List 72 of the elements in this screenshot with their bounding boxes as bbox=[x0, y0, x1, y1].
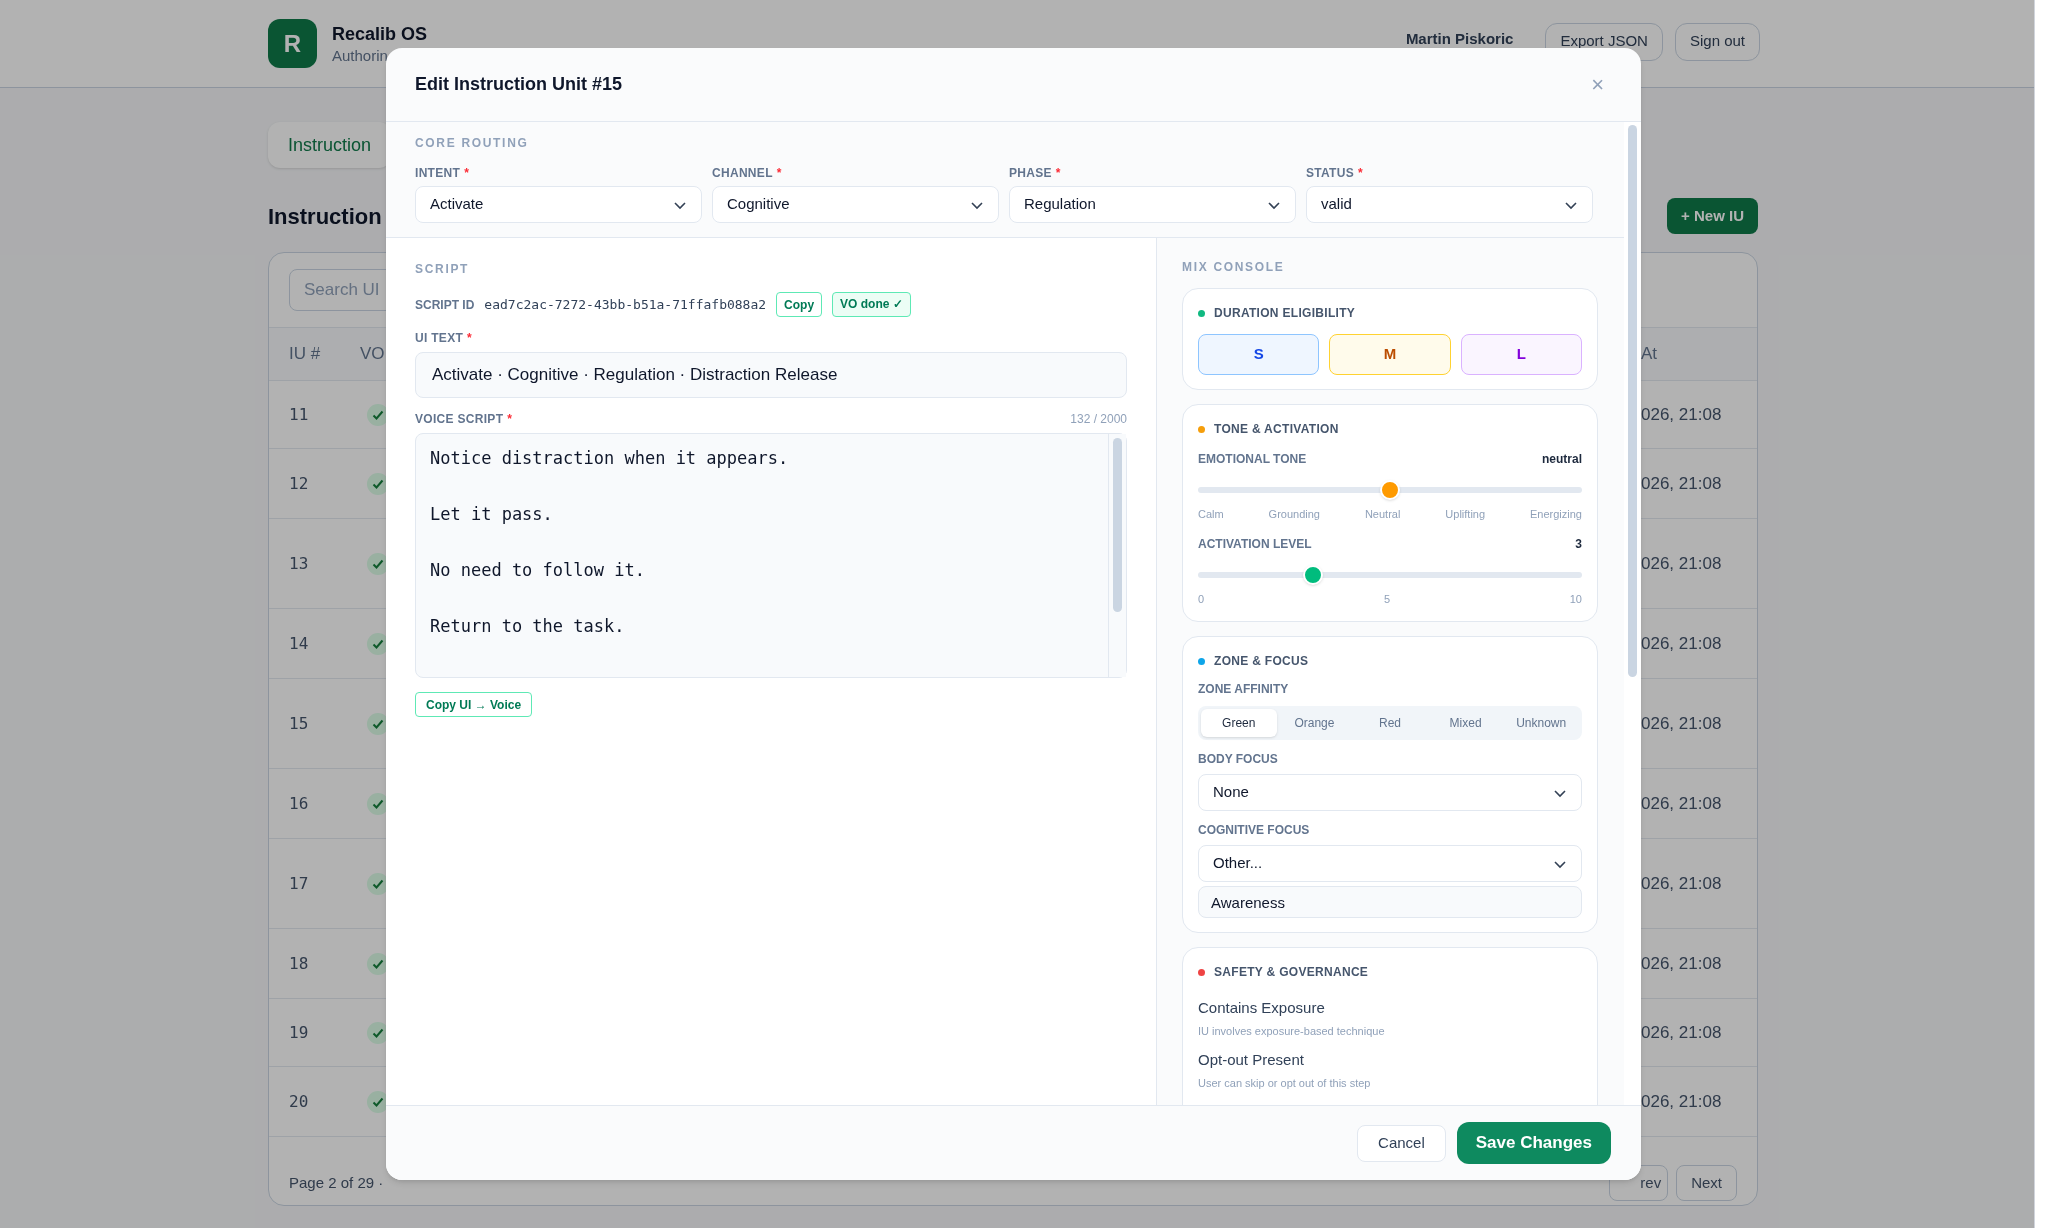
field-label: PHASE bbox=[1009, 165, 1052, 182]
tick-label: 0 bbox=[1198, 591, 1205, 607]
field-label: COGNITIVE FOCUS bbox=[1198, 822, 1311, 839]
char-count: 132 / 2000 bbox=[1070, 411, 1127, 428]
app-name: Recalib OS bbox=[332, 22, 428, 46]
tick-label: Neutral bbox=[1364, 507, 1401, 522]
required-mark: * bbox=[464, 165, 470, 182]
field-label: STATUS bbox=[1306, 165, 1355, 182]
iu-number: 16 bbox=[289, 792, 310, 815]
field-label: BODY FOCUS bbox=[1198, 751, 1279, 768]
tick-label: Calm bbox=[1198, 507, 1224, 522]
tick-label: Grounding bbox=[1268, 507, 1320, 522]
date-cell-text: 026, 21:08 bbox=[1641, 552, 1723, 575]
iu-number: 19 bbox=[289, 1021, 310, 1044]
iu-number: 11 bbox=[289, 403, 310, 426]
card-title: SAFETY & GOVERNANCE bbox=[1214, 964, 1369, 981]
required-mark: * bbox=[1055, 165, 1061, 182]
date-cell-text: 026, 21:08 bbox=[1641, 1090, 1723, 1113]
required-mark: * bbox=[507, 411, 513, 428]
script-id: ead7c2ac-7272-43bb-b51a-71ffafb088a2 bbox=[484, 295, 767, 314]
date-cell-text: 026, 21:08 bbox=[1641, 792, 1723, 815]
tick-label: 5 bbox=[1383, 591, 1390, 607]
date-cell-text: 026, 21:08 bbox=[1641, 403, 1723, 426]
required-mark: * bbox=[776, 165, 782, 182]
tick-label: 10 bbox=[1569, 591, 1582, 607]
card-title: DURATION ELIGIBILITY bbox=[1214, 305, 1356, 322]
dialog-title: Edit Instruction Unit #15 bbox=[415, 73, 623, 96]
item-description: User can skip or opt out of this step bbox=[1198, 1075, 1372, 1091]
field-label: VOICE SCRIPT bbox=[415, 411, 504, 428]
field-label: ZONE AFFINITY bbox=[1198, 681, 1290, 698]
date-cell-text: 026, 21:08 bbox=[1641, 952, 1723, 975]
required-mark: * bbox=[1358, 165, 1363, 182]
page-info: Page 2 of 29 · bbox=[289, 1172, 384, 1193]
iu-number: 18 bbox=[289, 952, 310, 975]
app-logo: R bbox=[268, 19, 317, 68]
card-title: ZONE & FOCUS bbox=[1214, 653, 1309, 670]
user-name: Martin Piskoric bbox=[1405, 29, 1514, 50]
tick-label: Uplifting bbox=[1445, 507, 1486, 522]
column-header: IU # bbox=[289, 343, 322, 366]
column-header: VO bbox=[360, 343, 385, 366]
field-label: UI TEXT bbox=[415, 330, 464, 347]
column-header: At bbox=[1641, 343, 1659, 366]
field-label: EMOTIONAL TONE bbox=[1198, 451, 1307, 468]
iu-number: 17 bbox=[289, 872, 310, 895]
app-subtitle: Authorin bbox=[332, 45, 389, 66]
item-title: Contains Exposure bbox=[1198, 998, 1326, 1018]
section-heading: CORE ROUTING bbox=[415, 135, 530, 152]
field-label: CHANNEL bbox=[712, 165, 773, 182]
item-title: Opt-out Present bbox=[1198, 1050, 1305, 1070]
item-description: IU involves exposure-based technique bbox=[1198, 1023, 1386, 1039]
iu-number: 13 bbox=[289, 552, 310, 575]
card-title: TONE & ACTIVATION bbox=[1214, 421, 1339, 438]
section-heading: MIX CONSOLE bbox=[1182, 259, 1286, 276]
iu-number: 20 bbox=[289, 1090, 310, 1113]
iu-number: 15 bbox=[289, 712, 310, 735]
field-label: SCRIPT ID bbox=[415, 296, 475, 314]
date-cell-text: 026, 21:08 bbox=[1641, 872, 1723, 895]
tick-label: Energizing bbox=[1530, 507, 1582, 522]
date-cell-text: 026, 21:08 bbox=[1641, 1021, 1723, 1044]
required-mark: * bbox=[467, 330, 473, 347]
slider-value: 3 bbox=[1575, 535, 1582, 553]
status-badge: VO done ✓ bbox=[832, 292, 911, 317]
date-cell-text: 026, 21:08 bbox=[1641, 632, 1723, 655]
field-label: INTENT bbox=[415, 165, 461, 182]
page-heading: Instruction bbox=[268, 202, 382, 231]
date-cell-text: 026, 21:08 bbox=[1641, 472, 1723, 495]
slider-value: neutral bbox=[1542, 451, 1582, 468]
date-cell-text: 026, 21:08 bbox=[1641, 712, 1723, 735]
section-heading: SCRIPT bbox=[415, 261, 471, 278]
iu-number: 14 bbox=[289, 632, 310, 655]
iu-number: 12 bbox=[289, 472, 310, 495]
field-label: ACTIVATION LEVEL bbox=[1198, 535, 1312, 553]
